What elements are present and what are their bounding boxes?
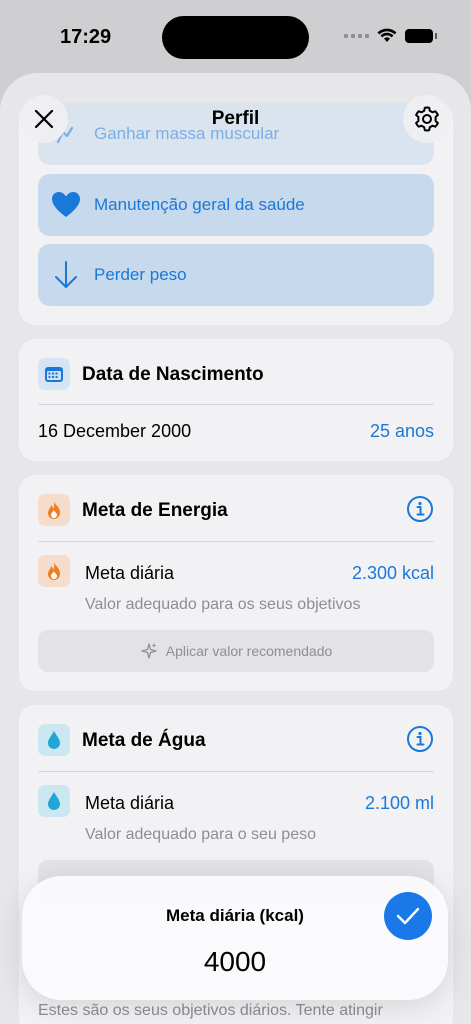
footer-text: Estes são os seus objetivos diários. Ten… xyxy=(38,1002,383,1019)
dynamic-island xyxy=(162,16,309,59)
energy-daily-label: Meta diária xyxy=(85,563,175,583)
info-icon xyxy=(407,496,433,522)
status-indicators xyxy=(344,28,437,43)
value-editor-panel: Meta diária (kcal) 4000 xyxy=(22,876,448,1000)
energy-goal-title: Meta de Energia xyxy=(82,500,228,521)
water-goal-title: Meta de Água xyxy=(82,730,206,751)
divider xyxy=(38,771,434,772)
water-hint: Valor adequado para o seu peso xyxy=(85,826,316,843)
energy-daily-value[interactable]: 2.300 kcal xyxy=(352,563,434,584)
status-bar: 17:29 xyxy=(0,0,471,72)
goal-option-health[interactable]: Manutenção geral da saúde xyxy=(38,174,434,236)
water-drop-icon xyxy=(38,785,70,817)
divider xyxy=(38,541,434,542)
arrow-down-icon xyxy=(55,261,77,288)
flame-icon xyxy=(38,555,70,587)
energy-info-button[interactable] xyxy=(406,495,434,528)
water-daily-label: Meta diária xyxy=(85,793,175,813)
goal-option-label: Perder peso xyxy=(94,265,187,284)
checkmark-icon xyxy=(396,907,420,925)
birthdate-value[interactable]: 16 December 2000 xyxy=(38,421,191,442)
age-value: 25 anos xyxy=(369,421,434,441)
water-daily-value[interactable]: 2.100 ml xyxy=(365,793,434,814)
flame-icon xyxy=(38,494,70,526)
status-time: 17:29 xyxy=(60,26,112,48)
water-drop-icon xyxy=(38,724,70,756)
goal-option-label: Manutenção geral da saúde xyxy=(94,195,305,214)
gear-icon xyxy=(415,106,439,132)
energy-hint: Valor adequado para os seus objetivos xyxy=(85,596,361,613)
wifi-icon xyxy=(377,28,397,42)
calendar-icon xyxy=(38,358,70,390)
confirm-button[interactable] xyxy=(384,892,432,940)
sparkles-icon xyxy=(141,643,157,659)
editor-value-input[interactable]: 4000 xyxy=(22,946,448,978)
water-info-button[interactable] xyxy=(406,725,434,758)
apply-recommended-button[interactable]: Aplicar valor recomendado xyxy=(38,630,434,672)
page-title: Perfil xyxy=(211,108,260,129)
battery-icon xyxy=(405,28,437,43)
info-icon xyxy=(407,726,433,752)
goal-option-lose-weight[interactable]: Perder peso xyxy=(38,244,434,306)
birthdate-title: Data de Nascimento xyxy=(82,364,264,385)
birthdate-card: Data de Nascimento 16 December 2000 25 a… xyxy=(19,339,453,461)
nav-bar: Perfil xyxy=(0,73,471,165)
cellular-signal-icon xyxy=(344,33,369,38)
apply-recommended-label: Aplicar valor recomendado xyxy=(165,643,333,659)
settings-button[interactable] xyxy=(403,95,451,143)
heart-icon xyxy=(52,192,80,217)
divider xyxy=(38,404,434,405)
